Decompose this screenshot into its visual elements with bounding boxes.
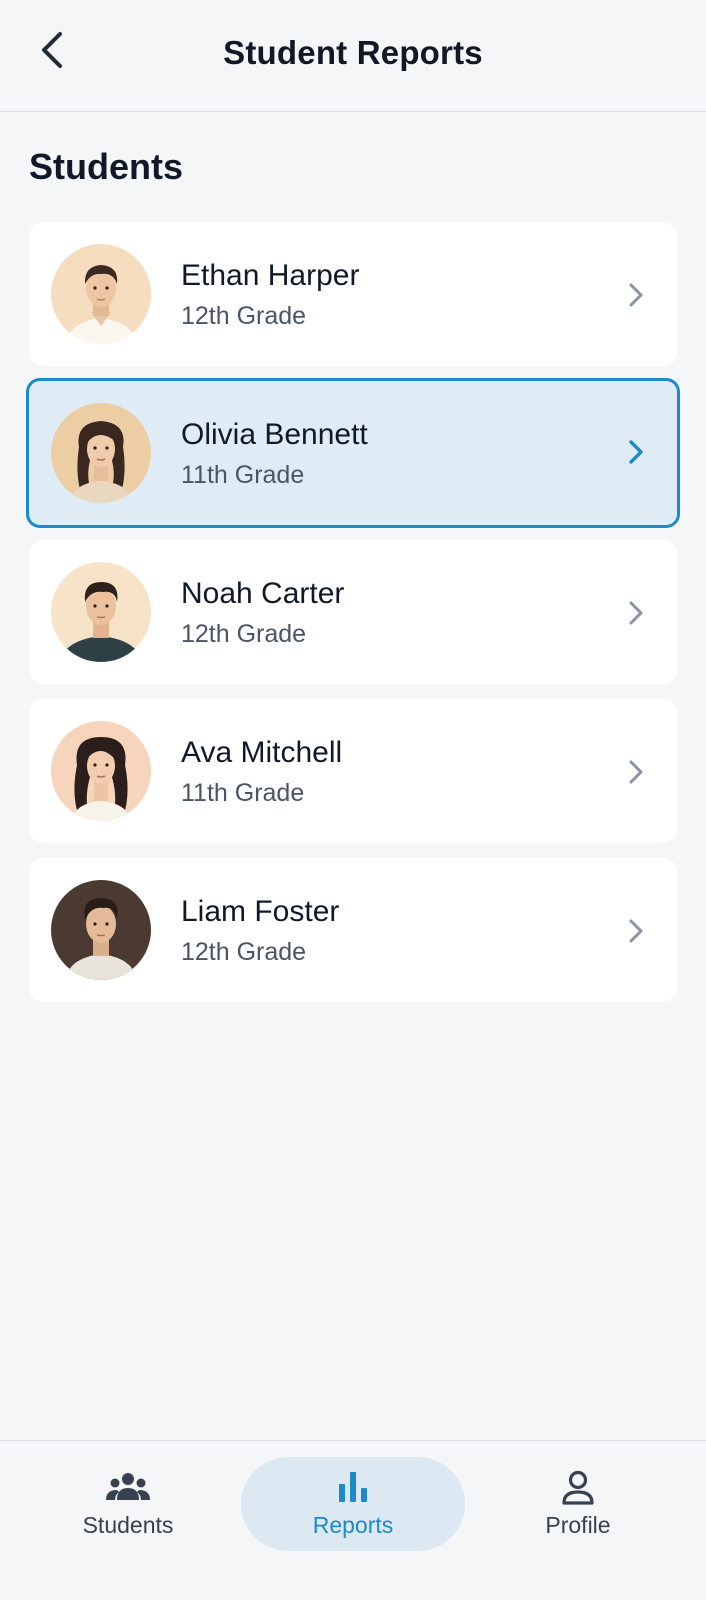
- section-title: Students: [29, 146, 184, 187]
- bar-chart-icon: [339, 1471, 367, 1502]
- student-grade: 12th Grade: [181, 302, 307, 330]
- bottom-nav: Students Reports Profile: [0, 1440, 706, 1600]
- avatar: [51, 244, 151, 344]
- student-card-ethan-harper[interactable]: Ethan Harper 12th Grade: [29, 222, 677, 366]
- student-name: Ava Mitchell: [181, 736, 343, 769]
- avatar: [51, 403, 151, 503]
- student-card-liam-foster[interactable]: Liam Foster 12th Grade: [29, 858, 677, 1002]
- student-card-noah-carter[interactable]: Noah Carter 12th Grade: [29, 540, 677, 684]
- nav-item-profile[interactable]: Profile: [466, 1457, 690, 1551]
- page-title: Student Reports: [223, 34, 483, 71]
- chevron-right-icon: [629, 601, 643, 625]
- student-grade: 11th Grade: [181, 461, 305, 489]
- nav-label: Profile: [545, 1511, 611, 1538]
- person-icon: [562, 1470, 594, 1505]
- student-name: Ethan Harper: [181, 259, 360, 292]
- student-list: Ethan Harper 12th Grade Olivia Bennett 1…: [26, 222, 680, 1017]
- app-bar: Student Reports: [0, 0, 706, 112]
- student-card-olivia-bennett[interactable]: Olivia Bennett 11th Grade: [26, 378, 680, 528]
- avatar: [51, 562, 151, 662]
- avatar: [51, 721, 151, 821]
- student-grade: 12th Grade: [181, 938, 307, 966]
- nav-label: Students: [82, 1511, 174, 1538]
- nav-item-students[interactable]: Students: [16, 1457, 240, 1551]
- chevron-right-icon: [629, 760, 643, 784]
- student-grade: 11th Grade: [181, 779, 305, 807]
- student-name: Olivia Bennett: [181, 418, 368, 451]
- nav-label: Reports: [312, 1511, 394, 1538]
- student-name: Liam Foster: [181, 895, 340, 928]
- student-grade: 12th Grade: [181, 620, 307, 648]
- chevron-right-icon: [629, 440, 643, 464]
- chevron-right-icon: [629, 919, 643, 943]
- group-icon: [106, 1472, 150, 1500]
- student-name: Noah Carter: [181, 577, 345, 610]
- chevron-right-icon: [629, 283, 643, 307]
- nav-item-reports[interactable]: Reports: [241, 1457, 465, 1551]
- avatar: [51, 880, 151, 980]
- student-card-ava-mitchell[interactable]: Ava Mitchell 11th Grade: [29, 699, 677, 843]
